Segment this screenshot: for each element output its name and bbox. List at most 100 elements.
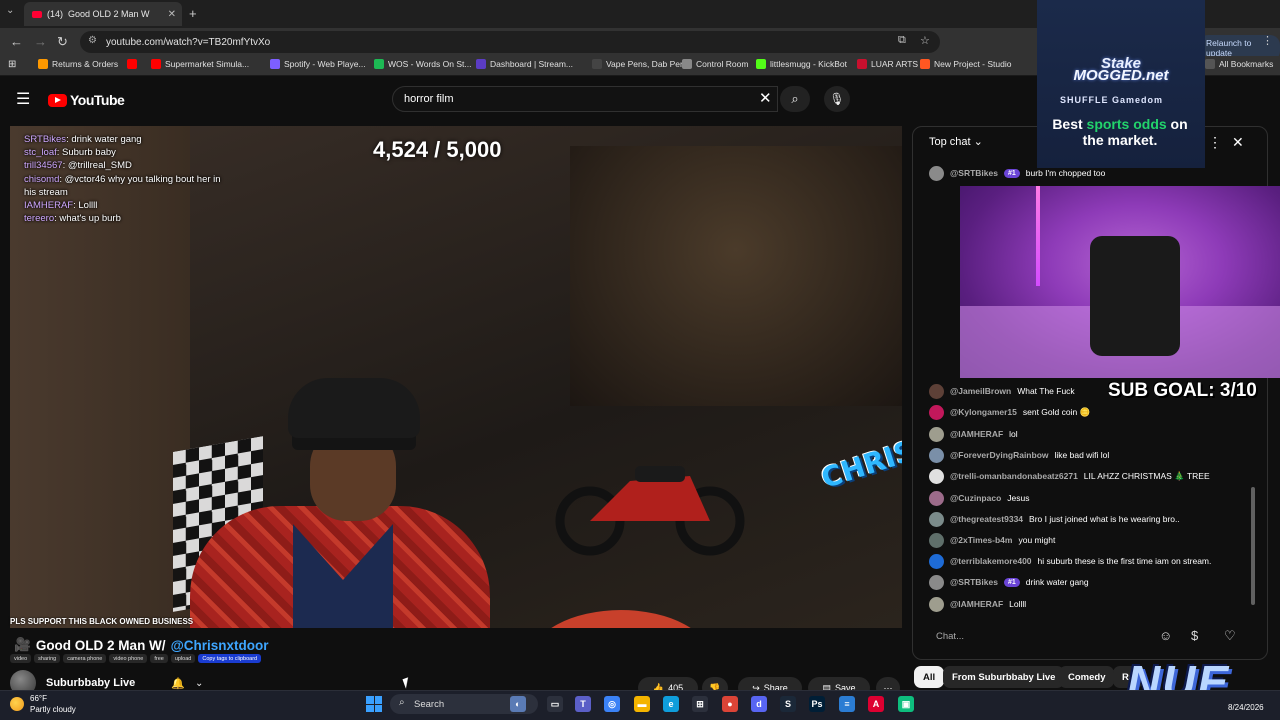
copy-tags-button[interactable]: Copy tags to clipboard [198, 654, 262, 663]
super-chat-icon[interactable]: $ [1191, 628, 1198, 643]
app-icon[interactable]: ▣ [898, 696, 914, 712]
chat-avatar[interactable] [929, 532, 944, 548]
bookmark-item[interactable]: Control Room [682, 59, 748, 69]
chat-message[interactable]: @thegreatest9334 Bro I just joined what i… [929, 511, 1180, 527]
chat-author[interactable]: @terriblakemore400 [950, 556, 1032, 566]
teams-icon[interactable]: T [575, 696, 591, 712]
chat-message[interactable]: @terriblakemore400 hi suburb these is the… [929, 553, 1211, 569]
chat-input[interactable]: Chat... [926, 625, 1152, 647]
chat-author[interactable]: @thegreatest9334 [950, 514, 1023, 524]
channel-name[interactable]: Suburbbaby Live [46, 677, 135, 689]
chat-avatar[interactable] [929, 468, 944, 484]
chrome-icon[interactable]: ● [722, 696, 738, 712]
edge-icon[interactable]: e [663, 696, 679, 712]
site-info-icon[interactable]: ⚙ [88, 35, 97, 46]
photoshop-icon[interactable]: Ps [809, 696, 825, 712]
chat-author[interactable]: @IAMHERAF [950, 599, 1003, 609]
heart-icon[interactable]: ♡ [1224, 628, 1236, 644]
bookmark-item[interactable]: littlesmugg - KickBot [756, 59, 847, 69]
chat-avatar[interactable] [929, 426, 944, 442]
guide-menu-icon[interactable]: ☰ [16, 89, 30, 109]
voice-search-button[interactable]: 🎙 [824, 86, 850, 112]
new-tab-icon[interactable]: + [189, 6, 197, 21]
chat-avatar[interactable] [929, 574, 944, 590]
reload-icon[interactable]: ↻ [57, 34, 68, 50]
bookmark-item[interactable]: All Bookmarks [1205, 59, 1273, 69]
chat-avatar[interactable] [929, 447, 944, 463]
discord-icon[interactable]: d [751, 696, 767, 712]
browser-menu-icon[interactable]: ⋮ [1262, 34, 1273, 47]
chat-message[interactable]: @IAMHERAF Lollll [929, 596, 1026, 612]
video-tag[interactable]: video phone [109, 654, 148, 663]
bookmark-star-icon[interactable]: ☆ [920, 34, 930, 47]
emoji-icon[interactable]: ☺ [1159, 628, 1172, 643]
apps-grid-icon[interactable]: ⊞ [8, 59, 16, 70]
store-icon[interactable]: ⊞ [692, 696, 708, 712]
file-explorer-icon[interactable]: ▬ [634, 696, 650, 712]
chat-close-icon[interactable]: ✕ [1232, 134, 1244, 151]
search-input[interactable]: horror film [392, 86, 778, 112]
chat-author[interactable]: @ForeverDyingRainbow [950, 450, 1049, 460]
bookmark-item[interactable]: Supermarket Simula... [151, 59, 249, 69]
chat-message[interactable]: @SRTBikes #1 drink water gang [929, 574, 1089, 590]
clear-search-icon[interactable]: ✕ [759, 89, 772, 107]
chat-scrollbar[interactable] [1251, 487, 1255, 605]
forward-icon[interactable]: → [34, 34, 47, 49]
chevron-down-icon[interactable]: ⌄ [195, 678, 203, 689]
chat-avatar[interactable] [929, 553, 944, 569]
chat-author[interactable]: @trelli-omanbandonabeatz6271 [950, 471, 1078, 481]
bookmark-item[interactable]: Vape Pens, Dab Pen... [592, 59, 692, 69]
windows-start-icon[interactable] [366, 696, 382, 712]
chat-message[interactable]: @Kylongamer15 sent Gold coin 🪙 [929, 404, 1090, 420]
copilot-icon[interactable]: ◎ [604, 696, 620, 712]
video-tag[interactable]: free [150, 654, 168, 663]
bookmark-item[interactable]: New Project - Studio [920, 59, 1011, 69]
chat-author[interactable]: @IAMHERAF [950, 429, 1003, 439]
chat-author[interactable]: @2xTimes-b4m [950, 535, 1012, 545]
search-button[interactable]: ⌕ [780, 86, 810, 112]
youtube-logo[interactable]: YouTube [48, 92, 125, 108]
filter-chip[interactable]: From Suburbbaby Live [943, 666, 1065, 688]
chat-author[interactable]: @SRTBikes [950, 577, 998, 587]
back-icon[interactable]: ← [10, 34, 23, 49]
install-app-icon[interactable]: ⧉ [898, 34, 906, 47]
widgets-icon[interactable]: ◐ [510, 696, 526, 712]
bookmark-item[interactable]: Dashboard | Stream... [476, 59, 573, 69]
video-title-mention[interactable]: @Chrisnxtdoor [171, 638, 269, 653]
chat-message[interactable]: @IAMHERAF lol [929, 426, 1018, 442]
close-tab-icon[interactable]: ✕ [168, 9, 176, 20]
bookmark-item[interactable]: WOS - Words On St... [374, 59, 471, 69]
chat-avatar[interactable] [929, 165, 944, 181]
chat-message[interactable]: @ForeverDyingRainbow like bad wifi lol [929, 447, 1109, 463]
bookmark-item[interactable]: Spotify - Web Playe... [270, 59, 366, 69]
chat-menu-icon[interactable]: ⋮ [1208, 134, 1222, 151]
task-view-icon[interactable]: ▭ [547, 696, 563, 712]
chat-message[interactable]: @JameilBrown What The Fuck [929, 383, 1075, 399]
weather-widget[interactable]: 66°F Partly cloudy [10, 693, 76, 715]
chat-author[interactable]: @JameilBrown [950, 386, 1011, 396]
video-tag[interactable]: upload [170, 654, 196, 663]
chat-message[interactable]: @2xTimes-b4m you might [929, 532, 1055, 548]
tab-search-icon[interactable]: ⌄ [6, 5, 14, 16]
chat-message[interactable]: @Cuzinpaco Jesus [929, 490, 1029, 506]
video-tag[interactable]: camera phone [63, 654, 107, 663]
chat-author[interactable]: @Cuzinpaco [950, 493, 1001, 503]
top-chat-dropdown[interactable]: Top chat ⌄ [929, 135, 983, 148]
notepad-icon[interactable]: ≡ [839, 696, 855, 712]
chat-message[interactable]: @trelli-omanbandonabeatz6271 LIL AHZZ CHR… [929, 468, 1210, 484]
steam-icon[interactable]: S [780, 696, 796, 712]
browser-tab-youtube[interactable]: (14) Good OLD 2 Man W ✕ [24, 2, 182, 26]
chat-avatar[interactable] [929, 383, 944, 399]
notification-bell-icon[interactable]: 🔔 [171, 677, 185, 690]
bookmark-item[interactable] [127, 59, 141, 69]
filter-chip[interactable]: All [914, 666, 945, 688]
chat-avatar[interactable] [929, 511, 944, 527]
chat-avatar[interactable] [929, 490, 944, 506]
filter-chip[interactable]: Comedy [1059, 666, 1115, 688]
chat-author[interactable]: @SRTBikes [950, 168, 998, 178]
bookmark-item[interactable]: Returns & Orders [38, 59, 118, 69]
video-tag[interactable]: video [10, 654, 32, 663]
angular-icon[interactable]: A [868, 696, 884, 712]
chat-author[interactable]: @Kylongamer15 [950, 407, 1017, 417]
bookmark-item[interactable]: LUAR ARTS [857, 59, 918, 69]
